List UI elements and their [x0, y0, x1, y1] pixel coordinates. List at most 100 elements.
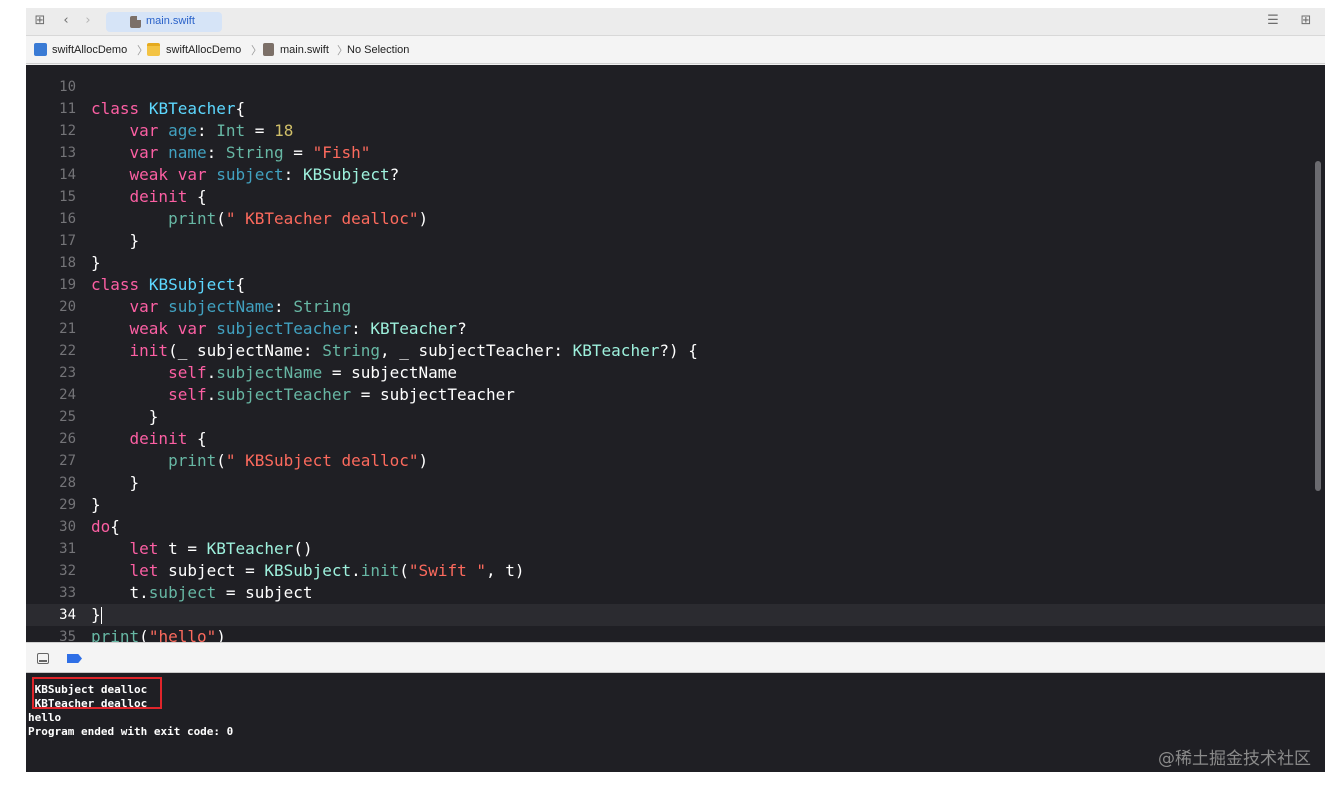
code-text: print("hello") [91, 627, 226, 642]
line-number: 12 [59, 123, 76, 139]
line-number: 35 [59, 629, 76, 642]
code-text: self.subjectName = subjectName [168, 363, 458, 382]
code-text: weak var subjectTeacher: KBTeacher? [129, 319, 467, 338]
code-line[interactable]: 12 var age: Int = 18 [26, 120, 1325, 142]
code-editor[interactable]: 10 11 class KBTeacher{12 var age: Int = 18… [26, 65, 1325, 642]
code-line[interactable]: 20 var subjectName: String [26, 296, 1325, 318]
code-text: t.subject = subject [91, 583, 313, 602]
line-number: 15 [59, 189, 76, 205]
code-text: } [91, 407, 159, 426]
breakpoints-icon[interactable] [67, 654, 82, 663]
line-number: 17 [59, 233, 76, 249]
tab-bar: ⊞ ‹ › main.swift ☰ ⊞ [26, 8, 1325, 36]
code-text: print(" KBSubject dealloc") [168, 451, 429, 470]
add-editor-icon[interactable]: ⊞ [1298, 13, 1314, 29]
code-line[interactable]: 28 } [26, 472, 1325, 494]
code-text: } [91, 473, 140, 492]
code-line[interactable]: 21 weak var subjectTeacher: KBTeacher? [26, 318, 1325, 340]
code-line[interactable]: 27 print(" KBSubject dealloc") [26, 450, 1325, 472]
code-line[interactable]: 23 self.subjectName = subjectName [26, 362, 1325, 384]
text-cursor [100, 607, 102, 624]
line-number: 21 [59, 321, 76, 337]
hide-debug-area-icon[interactable] [37, 653, 49, 664]
swift-file-icon [130, 16, 141, 28]
code-line[interactable]: 34} [26, 604, 1325, 626]
chevron-right-icon: 〉 [251, 44, 262, 57]
code-text: } [91, 495, 101, 514]
code-line[interactable]: 14 weak var subject: KBSubject? [26, 164, 1325, 186]
code-line[interactable]: 24 self.subjectTeacher = subjectTeacher [26, 384, 1325, 406]
line-number: 10 [59, 79, 76, 95]
code-text: let t = KBTeacher() [129, 539, 313, 558]
line-number: 26 [59, 431, 76, 447]
swift-file-icon [263, 43, 274, 56]
breadcrumb-selection[interactable]: No Selection [347, 43, 409, 57]
code-line[interactable]: 11 class KBTeacher{ [26, 98, 1325, 120]
breadcrumb: swiftAllocDemo 〉 swiftAllocDemo 〉 main.s… [26, 36, 1325, 64]
code-text: class KBTeacher{ [91, 99, 246, 118]
code-line[interactable]: 17 } [26, 230, 1325, 252]
code-line[interactable]: 32 let subject = KBSubject.init("Swift "… [26, 560, 1325, 582]
breadcrumb-file[interactable]: main.swift [280, 43, 329, 57]
line-number: 33 [59, 585, 76, 601]
console-line: Program ended with exit code: 0 [28, 725, 234, 738]
code-line[interactable]: 25 } [26, 406, 1325, 428]
code-line[interactable]: 15 deinit { [26, 186, 1325, 208]
code-text: deinit { [129, 187, 207, 206]
code-line[interactable]: 35 print("hello") [26, 626, 1325, 642]
code-text: self.subjectTeacher = subjectTeacher [168, 385, 515, 404]
code-text: var subjectName: String [129, 297, 352, 316]
code-line[interactable]: 26 deinit { [26, 428, 1325, 450]
line-number: 28 [59, 475, 76, 491]
tab-main-swift[interactable]: main.swift [106, 12, 222, 32]
line-number: 18 [59, 255, 76, 271]
breadcrumb-folder[interactable]: swiftAllocDemo [166, 43, 241, 57]
console-line: hello [28, 711, 62, 724]
line-number: 25 [59, 409, 76, 425]
code-line[interactable]: 31 let t = KBTeacher() [26, 538, 1325, 560]
breadcrumb-project[interactable]: swiftAllocDemo [52, 43, 127, 57]
line-number: 24 [59, 387, 76, 403]
editor-options-icon[interactable]: ☰ [1264, 13, 1282, 29]
line-number: 22 [59, 343, 76, 359]
tab-label: main.swift [146, 15, 195, 27]
back-chevron-icon[interactable]: ‹ [60, 13, 72, 29]
code-text: init(_ subjectName: String, _ subjectTea… [129, 341, 698, 360]
forward-chevron-icon[interactable]: › [82, 13, 94, 29]
line-number: 13 [59, 145, 76, 161]
grid-icon[interactable]: ⊞ [32, 13, 48, 29]
line-number: 31 [59, 541, 76, 557]
code-line[interactable]: 29} [26, 494, 1325, 516]
line-number: 27 [59, 453, 76, 469]
watermark: @稀土掘金技术社区 [1158, 749, 1311, 769]
xcode-window: ⊞ ‹ › main.swift ☰ ⊞ swiftAllocDemo 〉 sw… [26, 8, 1325, 772]
code-line[interactable]: 30 do{ [26, 516, 1325, 538]
code-text: class KBSubject{ [91, 275, 246, 294]
code-line[interactable]: 13 var name: String = "Fish" [26, 142, 1325, 164]
code-text: var name: String = "Fish" [129, 143, 371, 162]
code-text: } [91, 231, 140, 250]
code-line[interactable]: 19 class KBSubject{ [26, 274, 1325, 296]
code-line[interactable]: 10 [26, 76, 1325, 98]
code-line[interactable]: 22 init(_ subjectName: String, _ subject… [26, 340, 1325, 362]
line-number: 14 [59, 167, 76, 183]
line-number: 30 [59, 519, 76, 535]
code-text: var age: Int = 18 [129, 121, 294, 140]
line-number: 19 [59, 277, 76, 293]
code-line[interactable]: 16 print(" KBTeacher dealloc") [26, 208, 1325, 230]
line-number: 32 [59, 563, 76, 579]
code-text: deinit { [129, 429, 207, 448]
line-number: 29 [59, 497, 76, 513]
code-line[interactable]: 33 t.subject = subject [26, 582, 1325, 604]
line-number: 20 [59, 299, 76, 315]
code-text: } [91, 605, 102, 624]
console-output[interactable]: KBSubject dealloc KBTeacher dealloc hell… [26, 673, 1325, 772]
line-number: 34 [59, 607, 76, 623]
line-number: 23 [59, 365, 76, 381]
folder-icon [147, 43, 160, 56]
code-line[interactable]: 18} [26, 252, 1325, 274]
code-text: do{ [91, 517, 120, 536]
code-text: weak var subject: KBSubject? [129, 165, 400, 184]
code-text: let subject = KBSubject.init("Swift ", t… [129, 561, 525, 580]
code-text: } [91, 253, 101, 272]
